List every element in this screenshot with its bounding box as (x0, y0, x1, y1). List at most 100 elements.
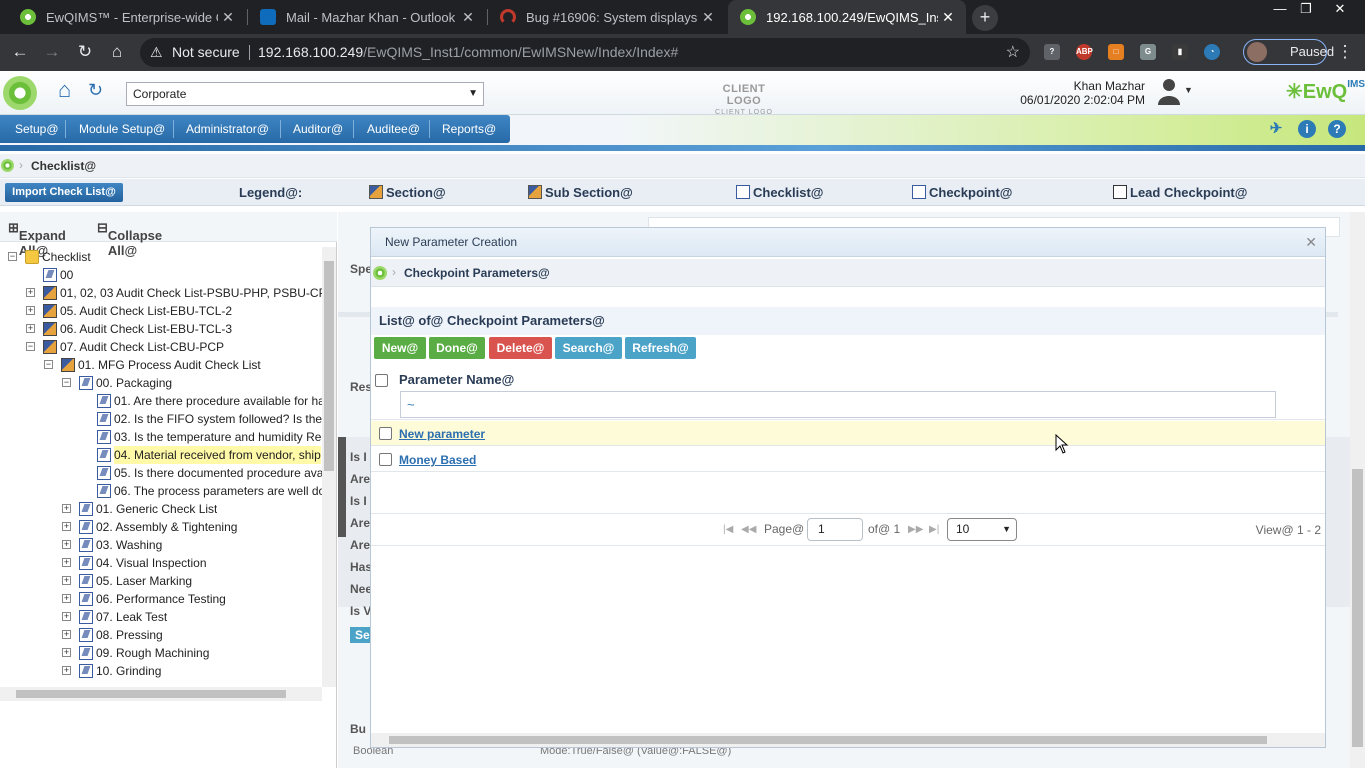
tree-horizontal-scrollbar[interactable] (0, 687, 322, 701)
tree-node[interactable]: 04. Visual Inspection (96, 554, 207, 572)
column-header-parameter-name[interactable]: Parameter Name@ (399, 372, 514, 387)
parameter-name-filter-input[interactable]: ~ (400, 391, 1276, 418)
delete-button[interactable]: Delete@ (489, 337, 552, 359)
page-vertical-scrollbar[interactable] (1350, 212, 1365, 768)
tree-node[interactable]: 01. Generic Check List (96, 500, 217, 518)
location-select[interactable]: Corporate ▼ (126, 82, 484, 106)
expand-node-icon[interactable]: + (62, 576, 71, 585)
reload-icon[interactable]: ↻ (73, 40, 97, 64)
tree-node[interactable]: 08. Pressing (96, 626, 163, 644)
restore-icon[interactable]: ❐ (1292, 0, 1320, 18)
home-icon[interactable]: ⌂ (105, 40, 129, 64)
adblock-icon[interactable]: ABP (1076, 44, 1093, 60)
browser-tab-ewqims[interactable]: EwQIMS™ - Enterprise-wide Qua ✕ (8, 0, 246, 34)
page-size-select[interactable]: 10 ▼ (947, 518, 1017, 541)
tree-node[interactable]: 00 (60, 266, 73, 284)
expand-node-icon[interactable]: + (62, 594, 71, 603)
tree-node[interactable]: 07. Audit Check List-CBU-PCP (60, 338, 224, 356)
first-page-icon[interactable]: |◀ (723, 524, 733, 535)
dialog-title-bar[interactable]: New Parameter Creation ✕ (371, 228, 1325, 257)
tree-node[interactable]: 03. Washing (96, 536, 162, 554)
warning-icon[interactable]: ⚠ (150, 38, 163, 67)
refresh-icon[interactable]: ↻ (88, 80, 108, 100)
collapse-all-button[interactable]: ⊟ Collapse All@ (97, 220, 162, 258)
expand-node-icon[interactable]: + (62, 612, 71, 621)
pin-icon[interactable]: ✈ (1267, 120, 1285, 138)
table-row[interactable]: New parameter (371, 421, 1325, 446)
browser-tab-bug[interactable]: Bug #16906: System displays vali ✕ (488, 0, 726, 34)
browser-tab-active[interactable]: 192.168.100.249/EwQIMS_Inst1/c ✕ (728, 0, 966, 34)
tree-node[interactable]: 05. Laser Marking (96, 572, 192, 590)
expand-node-icon[interactable]: + (62, 540, 71, 549)
tree-node[interactable]: 02. Assembly & Tightening (96, 518, 237, 536)
collapse-node-icon[interactable]: − (26, 342, 35, 351)
expand-all-button[interactable]: ⊞Expand All@ (8, 220, 66, 258)
close-icon[interactable]: ✕ (1305, 228, 1317, 257)
tree-node[interactable]: 06. Audit Check List-EBU-TCL-3 (60, 320, 232, 338)
browser-menu-icon[interactable]: ⋮ (1333, 40, 1357, 64)
close-tab-icon[interactable]: ✕ (698, 9, 718, 26)
expand-node-icon[interactable]: + (62, 558, 71, 567)
expand-node-icon[interactable]: + (62, 648, 71, 657)
extension-icon[interactable]: □ (1108, 44, 1124, 60)
collapse-node-icon[interactable]: − (44, 360, 53, 369)
expand-node-icon[interactable]: + (62, 522, 71, 531)
tree-node[interactable]: 04. Material received from vendor, ship (114, 446, 321, 464)
home-icon[interactable]: ⌂ (58, 79, 80, 102)
tree-node[interactable]: 01. Are there procedure available for ha (114, 392, 322, 410)
extension-icon[interactable]: ◔ (1204, 44, 1220, 60)
tree-node[interactable]: 09. Rough Machining (96, 644, 209, 662)
dialog-horizontal-scrollbar[interactable] (371, 733, 1325, 747)
menu-module-setup[interactable]: Module Setup@ (73, 120, 171, 140)
tree-node[interactable]: 00. Packaging (96, 374, 172, 392)
tree-node[interactable]: 07. Leak Test (96, 608, 167, 626)
done-button[interactable]: Done@ (429, 337, 485, 359)
expand-node-icon[interactable]: + (62, 630, 71, 639)
menu-administrator[interactable]: Administrator@ (180, 120, 275, 140)
expand-node-icon[interactable]: + (62, 504, 71, 513)
extension-icon[interactable]: G (1140, 44, 1156, 60)
tree-node[interactable]: 02. Is the FIFO system followed? Is the (114, 410, 322, 428)
profile-button[interactable]: Paused (1243, 39, 1334, 65)
window-close-icon[interactable]: ✕ (1326, 0, 1354, 18)
expand-node-icon[interactable]: + (26, 306, 35, 315)
select-all-checkbox[interactable] (375, 374, 388, 387)
bookmark-star-icon[interactable]: ☆ (1006, 38, 1020, 67)
menu-setup[interactable]: Setup@ (9, 120, 65, 140)
expand-node-icon[interactable]: + (26, 288, 35, 297)
browser-tab-outlook[interactable]: Mail - Mazhar Khan - Outlook ✕ (248, 0, 486, 34)
tree-node[interactable]: 03. Is the temperature and humidity Re (114, 428, 321, 446)
extension-icon[interactable]: ? (1044, 44, 1060, 60)
new-button[interactable]: New@ (374, 337, 426, 359)
page-number-input[interactable]: 1 (807, 518, 863, 541)
info-icon[interactable]: i (1298, 120, 1316, 138)
extension-icon[interactable]: ▮ (1172, 44, 1188, 60)
user-avatar-icon[interactable] (1158, 77, 1180, 105)
close-tab-icon[interactable]: ✕ (458, 9, 478, 26)
menu-reports[interactable]: Reports@ (436, 120, 502, 140)
close-tab-icon[interactable]: ✕ (218, 9, 238, 26)
tree-node[interactable]: 05. Audit Check List-EBU-TCL-2 (60, 302, 232, 320)
collapse-node-icon[interactable]: − (8, 252, 17, 261)
expand-node-icon[interactable]: + (62, 666, 71, 675)
next-page-icon[interactable]: ▶▶ (908, 524, 923, 535)
minimize-icon[interactable]: — (1266, 0, 1294, 18)
back-arrow-icon[interactable]: ← (8, 40, 32, 64)
collapse-node-icon[interactable]: − (62, 378, 71, 387)
parameter-link[interactable]: New parameter (399, 427, 485, 441)
import-checklist-button[interactable]: Import Check List@ (5, 183, 123, 202)
new-tab-button[interactable]: + (972, 5, 998, 31)
tree-node[interactable]: 05. Is there documented procedure ava (114, 464, 322, 482)
close-tab-icon[interactable]: ✕ (938, 9, 958, 26)
tree-node[interactable]: 06. Performance Testing (96, 590, 226, 608)
help-icon[interactable]: ? (1328, 120, 1346, 138)
tree-vertical-scrollbar[interactable] (322, 247, 336, 687)
expand-node-icon[interactable]: + (26, 324, 35, 333)
tree-node[interactable]: 01. MFG Process Audit Check List (78, 356, 261, 374)
search-button[interactable]: Search@ (555, 337, 622, 359)
parameter-link[interactable]: Money Based (399, 453, 476, 467)
tree-node[interactable]: Checklist (42, 248, 91, 266)
menu-auditor[interactable]: Auditor@ (287, 120, 349, 140)
tree-node[interactable]: 01, 02, 03 Audit Check List-PSBU-PHP, PS… (60, 284, 322, 302)
address-bar[interactable]: ⚠ Not secure 192.168.100.249/EwQIMS_Inst… (140, 38, 1030, 67)
